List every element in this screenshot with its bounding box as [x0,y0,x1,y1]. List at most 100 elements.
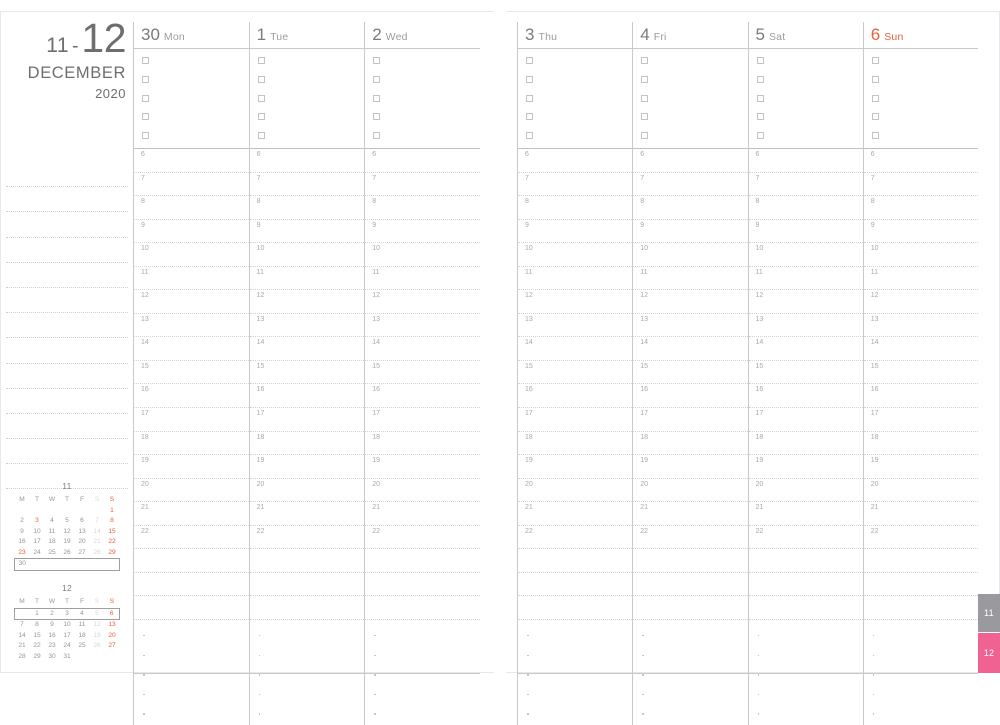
task-checkbox[interactable] [257,57,265,64]
hour-slot[interactable]: 21 [748,502,863,526]
mini-calendar-day-cell[interactable]: 8 [30,620,45,631]
hour-slot[interactable]: 6 [518,149,633,173]
mini-calendar-day-cell[interactable]: 4 [45,516,60,527]
hour-slot[interactable]: 13 [249,314,365,338]
hour-slot[interactable]: 13 [748,314,863,338]
task-checkbox[interactable] [373,132,381,140]
mini-calendar-day-cell[interactable]: 18 [75,631,90,642]
mini-calendar-day-cell[interactable]: 23 [15,548,30,559]
mini-calendar-day-cell[interactable]: 27 [75,548,90,559]
task-checkbox[interactable] [871,132,879,140]
hour-slot[interactable]: 10 [748,243,863,267]
extra-ruled-row[interactable] [633,549,748,573]
task-checkbox[interactable] [257,132,265,140]
hour-slot[interactable]: 14 [633,337,748,361]
note-dot-row[interactable] [749,686,863,706]
hour-slot[interactable]: 9 [633,220,748,244]
mini-calendar-day-cell[interactable]: 25 [45,548,60,559]
extra-ruled-row[interactable] [518,596,633,620]
note-dot-row[interactable] [250,647,365,667]
hour-slot[interactable]: 15 [863,361,978,385]
hour-slot[interactable]: 15 [134,361,249,385]
hour-slot[interactable]: 15 [518,361,633,385]
mini-calendar-day-cell[interactable]: 22 [105,537,120,548]
hour-slot[interactable]: 18 [365,432,480,456]
task-checkbox[interactable] [142,75,149,83]
hour-slot[interactable]: 8 [365,196,480,220]
margin-note-lines[interactable] [6,162,128,490]
hour-slot[interactable]: 8 [249,196,365,220]
hour-slot[interactable]: 9 [863,220,978,244]
hour-slot[interactable]: 19 [863,455,978,479]
hour-slot[interactable]: 19 [633,455,748,479]
task-checkbox[interactable] [373,75,381,83]
note-dot-row[interactable] [633,705,747,725]
margin-note-line[interactable] [6,288,128,314]
side-tab-month-12[interactable]: 12 [978,633,1000,673]
mini-calendar-day-cell[interactable]: 9 [45,620,60,631]
hour-slot[interactable]: 14 [249,337,365,361]
extra-ruled-row[interactable] [863,596,978,620]
hour-slot[interactable]: 14 [518,337,633,361]
hour-slot[interactable]: 19 [365,455,480,479]
hour-slot[interactable]: 16 [134,384,249,409]
day-column-sun[interactable]: 6 Sun 6 7 8 9 10 11 12 13 14 15 16 17 18 19 20 21 22 [862,22,978,725]
hour-slot[interactable]: 7 [863,173,978,197]
hour-slot[interactable]: 15 [365,361,480,385]
hour-slot[interactable]: 11 [633,267,748,291]
extra-ruled-row[interactable] [748,573,863,597]
day-column-wed[interactable]: 2 Wed 6 7 8 9 10 11 12 13 14 15 16 17 18 19 20 21 22 [364,22,480,725]
extra-ruled-row[interactable] [249,573,365,597]
extra-ruled-row[interactable] [863,549,978,573]
hour-slot[interactable]: 21 [518,502,633,526]
mini-calendar-day-cell[interactable]: 28 [15,652,30,663]
note-dot-row[interactable] [518,666,632,686]
mini-calendar-day-cell[interactable]: 17 [60,631,75,642]
hour-slot[interactable]: 18 [518,432,633,456]
mini-calendar-day-cell[interactable]: 19 [90,631,105,642]
hour-slot[interactable]: 7 [134,173,249,197]
hour-slot[interactable]: 18 [249,432,365,456]
mini-calendar-day-cell[interactable]: 6 [104,607,120,620]
task-checkbox[interactable] [257,94,265,102]
hour-slot[interactable]: 14 [748,337,863,361]
hour-slot[interactable]: 8 [518,196,633,220]
hour-slot[interactable]: 11 [863,267,978,291]
extra-ruled-row[interactable] [518,573,633,597]
hour-slot[interactable]: 13 [134,314,249,338]
extra-ruled-row[interactable] [748,596,863,620]
hour-slot[interactable]: 17 [249,408,365,432]
note-dot-row[interactable] [365,686,480,706]
hour-slot[interactable]: 8 [134,196,249,220]
note-dot-row[interactable] [518,686,632,706]
hour-slot[interactable]: 20 [748,479,863,503]
hour-slot[interactable]: 9 [134,220,249,244]
extra-ruled-row[interactable] [633,573,748,597]
task-checkbox[interactable] [526,57,533,64]
hour-slot[interactable]: 18 [134,432,249,456]
task-checkbox[interactable] [526,132,533,140]
mini-calendar-day-cell[interactable]: 3 [59,607,75,620]
task-checkbox[interactable] [871,94,879,102]
mini-calendar-day-cell[interactable]: 1 [105,506,120,517]
task-checkbox[interactable] [142,113,149,121]
mini-calendar-day-cell[interactable]: 14 [15,631,30,642]
task-checkbox[interactable] [257,75,265,83]
hour-slot[interactable]: 12 [518,290,633,314]
note-dot-row[interactable] [365,627,480,647]
hour-slot[interactable]: 9 [365,220,480,244]
mini-calendar-december[interactable]: 12 M T W T F S S 1 2 3 4 5 6 7 8 9 10 11 12 13 14 15 16 17 18 19 2… [14,583,120,662]
mini-calendar-day-cell[interactable]: 29 [105,548,120,559]
task-checkbox[interactable] [526,75,533,83]
day-column-mon[interactable]: 30 Mon 6 7 8 9 10 11 12 13 14 15 16 17 18 19 20 21 22 [133,22,249,725]
task-checkbox[interactable] [641,75,649,83]
extra-ruled-row[interactable] [249,596,365,620]
hour-slot[interactable]: 11 [249,267,365,291]
hour-slot[interactable]: 17 [863,408,978,432]
hour-slot[interactable]: 9 [518,220,633,244]
mini-calendar-day-cell[interactable]: 20 [75,537,90,548]
mini-calendar-day-cell[interactable]: 13 [105,620,120,631]
hour-slot[interactable]: 8 [633,196,748,220]
task-checkbox[interactable] [756,94,764,102]
extra-ruled-row[interactable] [134,549,249,573]
